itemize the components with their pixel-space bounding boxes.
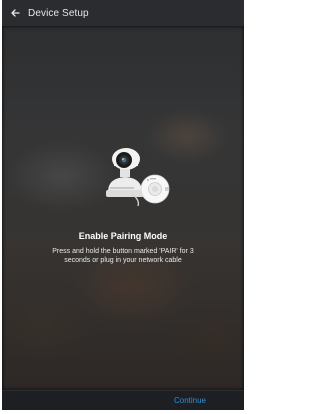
- continue-button[interactable]: Continue: [174, 396, 206, 405]
- bottom-action-bar: Continue: [2, 390, 244, 410]
- pairing-instructions: Press and hold the button marked 'PAIR' …: [52, 248, 194, 264]
- device-screen: Device Setup Enable Pairing Mode Press a…: [2, 0, 244, 410]
- app-bar: Device Setup: [2, 0, 244, 26]
- camera-and-pairing-hub-illustration: [106, 148, 170, 207]
- back-button[interactable]: [2, 0, 28, 26]
- arrow-left-icon: [11, 9, 20, 17]
- pairing-heading: Enable Pairing Mode: [78, 231, 168, 241]
- page-title: Device Setup: [28, 7, 89, 19]
